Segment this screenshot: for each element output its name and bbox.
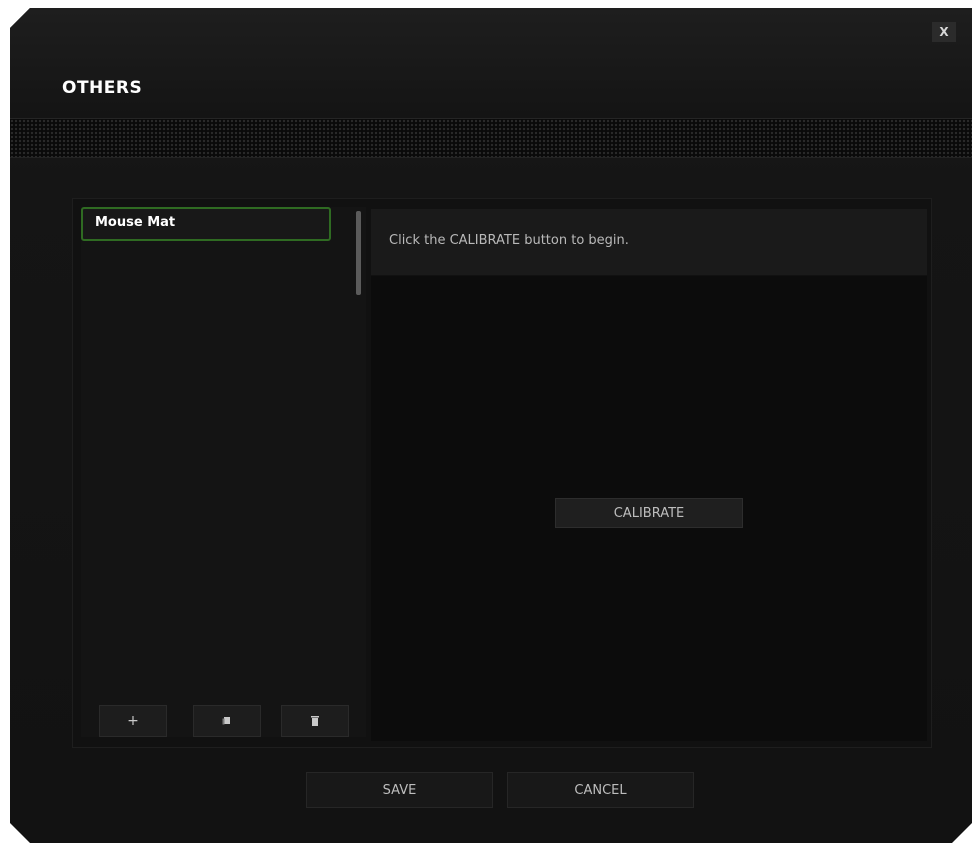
save-button[interactable]: SAVE (306, 772, 493, 808)
dialog-header: OTHERS X (10, 8, 972, 118)
add-button[interactable]: + (99, 705, 167, 737)
copy-icon (222, 716, 232, 726)
plus-icon: + (127, 713, 139, 729)
others-dialog: OTHERS X Mouse Mat + Click the CALIBRATE… (10, 8, 972, 843)
copy-button[interactable] (193, 705, 261, 737)
header-mesh-divider (10, 118, 972, 158)
surface-list-panel: Mouse Mat + (81, 207, 366, 737)
close-button[interactable]: X (932, 22, 956, 42)
calibration-area: CALIBRATE (371, 276, 927, 741)
calibrate-button[interactable]: CALIBRATE (555, 498, 743, 528)
calibration-instruction: Click the CALIBRATE button to begin. (389, 233, 629, 248)
main-content: Mouse Mat + Click the CALIBRATE button t… (72, 198, 932, 748)
calibration-info-panel: Click the CALIBRATE button to begin. (371, 209, 927, 275)
trash-icon (310, 715, 320, 727)
delete-button[interactable] (281, 705, 349, 737)
list-item-mouse-mat[interactable]: Mouse Mat (81, 207, 331, 241)
list-scrollbar[interactable] (356, 211, 361, 295)
cancel-button[interactable]: CANCEL (507, 772, 694, 808)
page-title: OTHERS (62, 78, 143, 98)
